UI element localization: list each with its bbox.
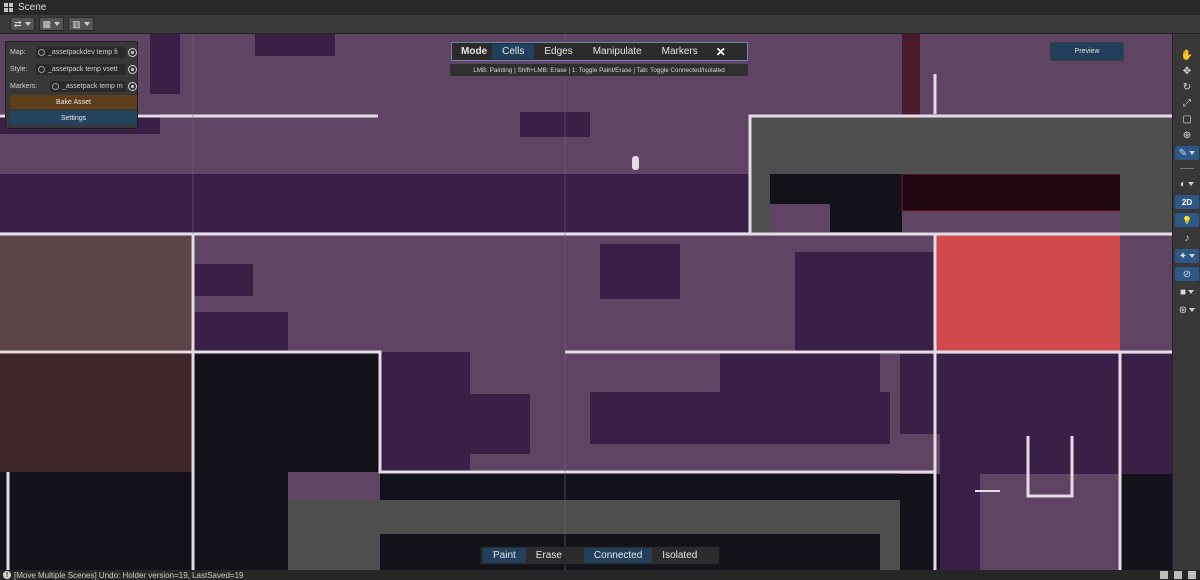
visibility-dropdown[interactable]: ▥ <box>68 17 94 31</box>
scene-tab-icon <box>4 3 14 12</box>
chevron-down-icon <box>1188 182 1195 186</box>
status-bar: ! [Move Multiple Scenes] Undo: Holder ve… <box>0 570 1200 580</box>
grid-snap-dropdown[interactable]: ▦ <box>38 17 65 31</box>
hidden-objects-icon[interactable]: ⊘ <box>1175 267 1199 281</box>
preview-button[interactable]: Preview <box>1050 42 1124 61</box>
shading-mode-button[interactable]: ◐ <box>1175 177 1199 191</box>
paint-mode-bar: Paint Erase Connected Isolated <box>480 546 720 565</box>
chevron-down-icon <box>1189 151 1196 155</box>
chevron-down-icon <box>1189 254 1196 258</box>
tab-markers[interactable]: Markers <box>652 44 708 59</box>
scale-tool-icon[interactable]: ⤢ <box>1175 96 1199 110</box>
asset-icon <box>38 65 45 73</box>
connected-button[interactable]: Connected <box>583 548 653 563</box>
scene-toolbar: ⇄ ▦ ▥ <box>0 15 1200 34</box>
notification-icon[interactable] <box>1188 571 1196 579</box>
map-label: Map: <box>10 48 26 56</box>
effects-toggle-button[interactable]: ✦ <box>1175 249 1199 263</box>
transform-tool-icon[interactable]: ⊕ <box>1175 128 1199 142</box>
camera-icon: ■ <box>1179 286 1187 298</box>
scene-tab-title[interactable]: Scene <box>18 2 46 13</box>
title-bar: Scene <box>0 0 1200 15</box>
camera-button[interactable]: ■ <box>1175 285 1199 299</box>
shading-mode-icon: ◐ <box>1179 178 1187 190</box>
chevron-down-icon <box>83 22 90 26</box>
info-icon: ! <box>3 571 11 579</box>
mode-bar: Mode Cells Edges Manipulate Markers ✕ <box>451 42 748 61</box>
effects-toggle-icon: ✦ <box>1178 250 1188 262</box>
tab-edges[interactable]: Edges <box>534 44 582 59</box>
isolated-button[interactable]: Isolated <box>652 548 707 563</box>
markers-label: Markers: <box>10 82 38 90</box>
asset-icon <box>38 48 45 56</box>
brush-tool-icon: ✎ <box>1178 147 1188 159</box>
2d-toggle-button[interactable]: 2D <box>1175 195 1199 209</box>
asset-icon <box>52 82 59 90</box>
scene-viewport[interactable] <box>0 34 1172 570</box>
bake-asset-button[interactable]: Bake Asset <box>10 95 137 109</box>
paint-button[interactable]: Paint <box>483 548 526 563</box>
move-tool-icon[interactable]: ✥ <box>1175 64 1199 78</box>
markers-field[interactable]: _assetpack temp m <box>50 80 126 92</box>
hand-tool-icon[interactable]: ✋ <box>1175 48 1199 62</box>
gizmos-button[interactable]: ⊛ <box>1175 303 1199 317</box>
collab-icon[interactable] <box>1160 571 1168 579</box>
style-row: Style: _assetpack temp vsett <box>10 63 137 75</box>
status-message[interactable]: [Move Multiple Scenes] Undo: Holder vers… <box>14 571 243 580</box>
settings-button[interactable]: Settings <box>10 111 137 125</box>
grid-snap-icon: ▦ <box>42 19 52 29</box>
erase-button[interactable]: Erase <box>526 548 572 563</box>
lighting-toggle-icon[interactable]: 💡 <box>1175 213 1199 227</box>
rotate-tool-icon[interactable]: ↻ <box>1175 80 1199 94</box>
level-map <box>0 34 1172 570</box>
close-icon[interactable]: ✕ <box>708 45 734 59</box>
scene-tools-column: ✋ ✥ ↻ ⤢ ▢ ⊕ ✎ ◐ 2D 💡 ♪ ✦ ⊘ ■ ⊛ <box>1172 34 1200 570</box>
2d-label: 2D <box>1181 197 1193 207</box>
mode-label: Mode <box>461 46 488 57</box>
audio-toggle-icon[interactable]: ♪ <box>1175 231 1199 245</box>
chevron-down-icon <box>1189 308 1196 312</box>
toolbar-grip[interactable] <box>1180 168 1194 169</box>
object-picker-icon[interactable] <box>128 47 137 57</box>
tab-manipulate[interactable]: Manipulate <box>583 44 652 59</box>
gizmos-icon: ⊛ <box>1178 304 1188 316</box>
markers-row: Markers: _assetpack temp m <box>10 80 137 92</box>
style-label: Style: <box>10 65 28 73</box>
chevron-down-icon <box>1188 290 1195 294</box>
visibility-toggle-icon: ▥ <box>72 19 81 29</box>
object-picker-icon[interactable] <box>128 81 137 91</box>
tab-cells[interactable]: Cells <box>492 44 535 59</box>
map-row: Map: _assetpackdev temp fi <box>10 46 137 58</box>
transform-gizmo-icon: ⇄ <box>14 19 22 29</box>
red-region <box>935 234 1120 352</box>
cloud-icon[interactable] <box>1174 571 1182 579</box>
rect-tool-icon[interactable]: ▢ <box>1175 112 1199 126</box>
controls-hint: LMB: Painting | Shift+LMB: Erase | 1: To… <box>450 64 748 76</box>
map-field[interactable]: _assetpackdev temp fi <box>36 46 126 58</box>
map-settings-panel: Map: _assetpackdev temp fi Style: _asset… <box>5 41 138 129</box>
transform-gizmo-dropdown[interactable]: ⇄ <box>10 17 35 31</box>
chevron-down-icon <box>54 22 61 26</box>
object-picker-icon[interactable] <box>128 64 137 74</box>
status-icons <box>1160 571 1196 579</box>
style-field[interactable]: _assetpack temp vsett <box>36 63 126 75</box>
chevron-down-icon <box>24 22 31 26</box>
brush-tool-button[interactable]: ✎ <box>1175 146 1199 160</box>
